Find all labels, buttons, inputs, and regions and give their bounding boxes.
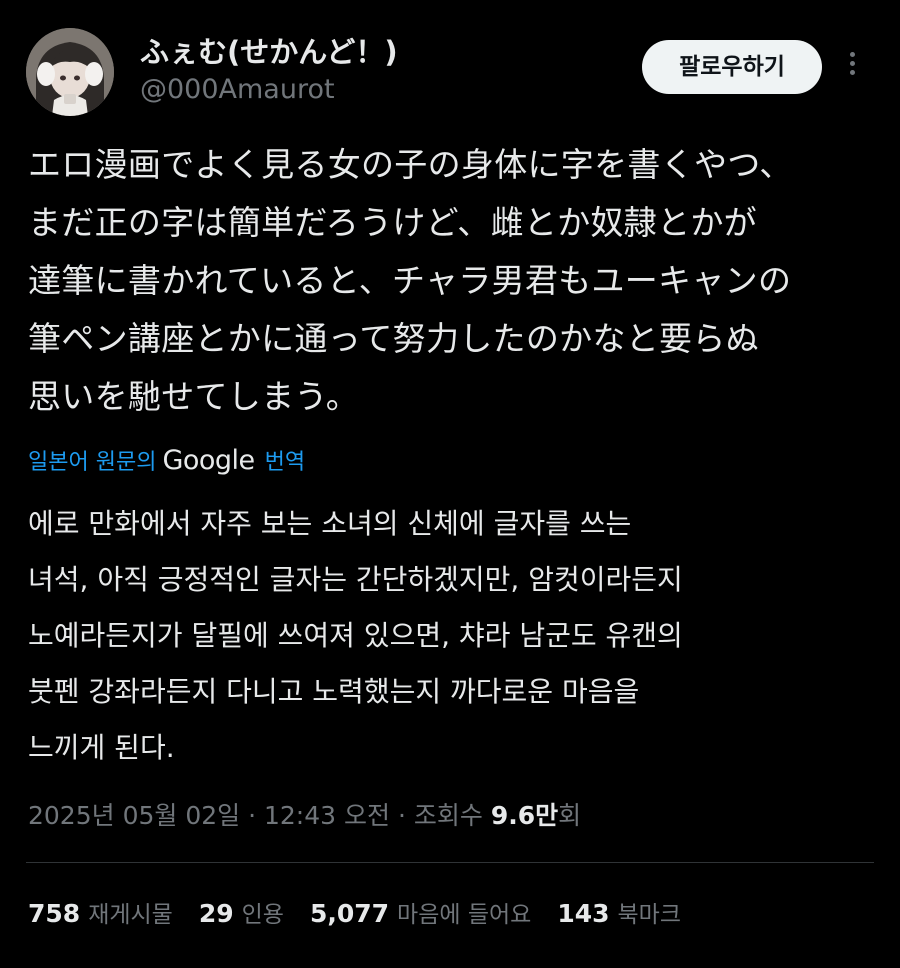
stat-likes[interactable]: 5,077 마음에 들어요 bbox=[310, 895, 531, 929]
tweet-date[interactable]: 2025년 05월 02일 bbox=[28, 801, 240, 830]
bookmarks-label: 북마크 bbox=[617, 902, 681, 928]
tweet-text-line: 思いを馳せてしまう。 bbox=[28, 377, 360, 416]
reposts-label: 재게시물 bbox=[88, 902, 173, 928]
google-logo: Google bbox=[162, 444, 255, 476]
likes-count: 5,077 bbox=[309, 899, 390, 928]
reposts-count: 758 bbox=[28, 899, 81, 928]
user-handle[interactable]: @000Amaurot bbox=[140, 72, 398, 108]
engagement-stats: 758 재게시물 29 인용 5,077 마음에 들어요 143 북마크 bbox=[28, 892, 707, 932]
translated-text-line: 노예라든지가 달필에 쓰여져 있으면, 챠라 남군도 유캔의 bbox=[28, 619, 683, 652]
stat-quotes[interactable]: 29 인용 bbox=[199, 895, 284, 929]
avatar-illustration bbox=[26, 28, 114, 116]
more-vertical-icon[interactable] bbox=[840, 48, 864, 84]
avatar[interactable] bbox=[26, 28, 114, 116]
follow-button[interactable]: 팔로우하기 bbox=[642, 40, 822, 94]
stat-reposts[interactable]: 758 재게시물 bbox=[28, 895, 173, 929]
tweet-text: エロ漫画でよく見る女の子の身体に字を書くやつ、 まだ正の字は簡単だろうけど、雌と… bbox=[28, 136, 878, 426]
translate-prefix[interactable]: 일본어 원문의 bbox=[28, 444, 156, 476]
quotes-label: 인용 bbox=[241, 902, 284, 928]
translated-text: 에로 만화에서 자주 보는 소녀의 신체에 글자를 쓰는 녀석, 아직 긍정적인… bbox=[28, 496, 878, 776]
translated-text-line: 녀석, 아직 긍정적인 글자는 간단하겠지만, 암컷이라든지 bbox=[28, 563, 683, 596]
tweet-text-line: エロ漫画でよく見る女の子の身体に字を書くやつ、 bbox=[28, 145, 793, 184]
translated-text-line: 느끼게 된다. bbox=[28, 731, 175, 764]
author-info: ふぇむ(せかんど！) @000Amaurot bbox=[140, 34, 398, 108]
translate-link[interactable]: 일본어 원문의 Google 번역 bbox=[28, 440, 305, 480]
tweet-text-line: 筆ペン講座とかに通って努力したのかなと要らぬ bbox=[28, 319, 759, 358]
stat-bookmarks[interactable]: 143 북마크 bbox=[557, 895, 681, 929]
tweet-text-line: まだ正の字は簡単だろうけど、雌とか奴隷とかが bbox=[28, 203, 757, 242]
display-name[interactable]: ふぇむ(せかんど！) bbox=[140, 34, 398, 70]
tweet-meta: 2025년 05월 02일 · 12:43 오전 · 조회수 9.6만회 bbox=[28, 796, 581, 836]
quotes-count: 29 bbox=[198, 899, 234, 928]
tweet-time[interactable]: 12:43 오전 bbox=[264, 801, 390, 830]
bookmarks-count: 143 bbox=[557, 899, 610, 928]
meta-separator: · bbox=[397, 801, 406, 830]
views-unit: 회 bbox=[558, 801, 582, 830]
tweet-header: ふぇむ(せかんど！) @000Amaurot 팔로우하기 bbox=[26, 28, 874, 120]
divider bbox=[26, 862, 874, 863]
views-label: 조회수 bbox=[413, 801, 483, 830]
views-count: 9.6만 bbox=[490, 801, 559, 830]
translate-suffix[interactable]: 번역 bbox=[265, 444, 305, 476]
likes-label: 마음에 들어요 bbox=[397, 902, 532, 928]
meta-separator: · bbox=[248, 801, 257, 830]
tweet-text-line: 達筆に書かれていると、チャラ男君もユーキャンの bbox=[28, 261, 792, 300]
translated-text-line: 에로 만화에서 자주 보는 소녀의 신체에 글자를 쓰는 bbox=[28, 507, 632, 540]
translated-text-line: 붓펜 강좌라든지 다니고 노력했는지 까다로운 마음을 bbox=[28, 675, 640, 708]
